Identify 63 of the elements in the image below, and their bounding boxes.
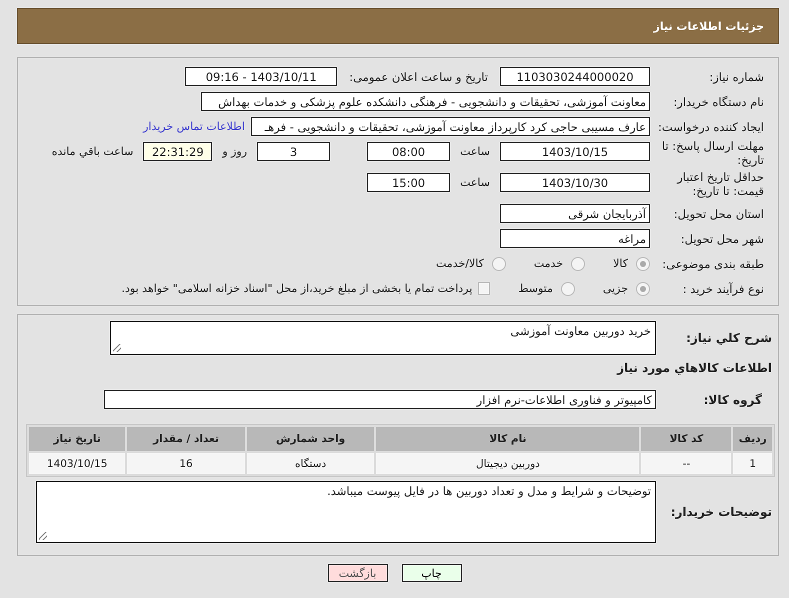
column-header: واحد شمارش xyxy=(246,427,374,451)
column-header: تاريخ نياز xyxy=(29,427,126,451)
buyer-org-field: معاونت آموزشی، تحقیقات و دانشجویی - فرهنگی دانشکده علوم پزشکی و خدمات بهداش xyxy=(201,92,650,111)
buyer-notes-textarea[interactable]: توضیحات و شرایط و مدل و تعداد دوربین ها در فایل پیوست میباشد. xyxy=(36,481,656,543)
column-header: نام كالا xyxy=(376,427,640,451)
field-label: استان محل تحویل: xyxy=(672,206,765,220)
time-label: ساعت xyxy=(459,144,491,160)
creator-field: عارف مسیبی حاجی کرد کارپرداز معاونت آموزشی، تحقیقات و دانشجویی - فرهـ xyxy=(251,117,650,136)
city-field: مراغه xyxy=(500,229,650,248)
time-label: ساعت xyxy=(459,175,491,191)
buyer-contact-link[interactable]: اطلاعات تماس خریدار xyxy=(143,120,251,133)
remaining-label: ساعت باقي مانده xyxy=(50,144,134,160)
field-label: تاریخ و ساعت اعلان عمومی: xyxy=(348,70,489,84)
radio-label: كالا xyxy=(613,257,628,270)
summary-textarea[interactable]: خرید دوربین معاونت آموزشی xyxy=(110,321,656,355)
back-button[interactable]: بازگشت xyxy=(328,564,388,582)
radio-button[interactable] xyxy=(571,256,586,270)
print-button[interactable]: چاپ xyxy=(402,564,462,582)
resize-handle-icon[interactable] xyxy=(113,344,121,352)
table-cell: -- xyxy=(641,453,732,474)
radio-button[interactable] xyxy=(560,282,575,296)
checkbox-label: پرداخت تمام یا بخشی از مبلغ خرید،از محل "اسناد خزانه اسلامی" خواهد بود. xyxy=(122,282,472,295)
radio-label: متوسط xyxy=(518,282,553,295)
page-title: جزئیات اطلاعات نیاز xyxy=(654,20,764,32)
days-field: 3 xyxy=(257,142,330,161)
radio-label: خدمت xyxy=(534,257,564,270)
field-label: حداقل تاریخ اعتبار قیمت: تا تاریخ: xyxy=(676,170,765,198)
section-heading: اطلاعات كالاهاي مورد نياز xyxy=(616,360,773,377)
field-label: توضیحات خریدار: xyxy=(670,505,773,519)
table-cell: دوربین دیجیتال xyxy=(376,453,640,474)
table-cell: 1403/10/15 xyxy=(29,453,126,474)
column-header: رديف xyxy=(733,427,772,451)
column-header: كد كالا xyxy=(641,427,732,451)
field-label: شماره نیاز: xyxy=(708,70,765,84)
field-label: ایجاد کننده درخواست: xyxy=(657,120,765,134)
days-label: روز و xyxy=(220,144,248,160)
field-label: نوع فرآیند خرید : xyxy=(682,282,765,296)
radio-button[interactable] xyxy=(636,282,650,296)
validity-time-field: 15:00 xyxy=(367,173,450,192)
radio-label: كالا/خدمت xyxy=(436,257,484,270)
countdown-field: 22:31:29 xyxy=(143,142,212,161)
province-field: آذربایجان شرقی xyxy=(500,204,650,223)
goods-group-field: کامپیوتر و فناوری اطلاعات-نرم افزار xyxy=(104,390,656,409)
radio-label: جزیی xyxy=(602,282,628,295)
deadline-time-field: 08:00 xyxy=(367,142,450,161)
table-cell: 1 xyxy=(733,453,772,474)
announce-date-field: 1403/10/11 - 09:16 xyxy=(185,67,338,86)
field-label: شرح كلي نياز: xyxy=(685,331,773,345)
deadline-date-field: 1403/10/15 xyxy=(500,142,650,161)
checkbox[interactable] xyxy=(478,282,490,295)
field-label: طبقه بندی موضوعی: xyxy=(661,256,765,270)
table-cell: دستگاه xyxy=(246,453,374,474)
field-label: گروه كالا: xyxy=(702,392,763,406)
field-label: شهر محل تحویل: xyxy=(680,232,765,246)
validity-date-field: 1403/10/30 xyxy=(500,173,650,192)
need-number-field: 1103030244000020 xyxy=(500,67,650,86)
field-label: مهلت ارسال پاسخ: تا تاریخ: xyxy=(660,139,765,167)
radio-button[interactable] xyxy=(636,256,650,270)
resize-handle-icon[interactable] xyxy=(39,532,47,540)
field-label: نام دستگاه خریدار: xyxy=(672,94,765,108)
column-header: تعداد / مقدار xyxy=(127,427,245,451)
radio-button[interactable] xyxy=(492,256,506,270)
table-cell: 16 xyxy=(127,453,245,474)
